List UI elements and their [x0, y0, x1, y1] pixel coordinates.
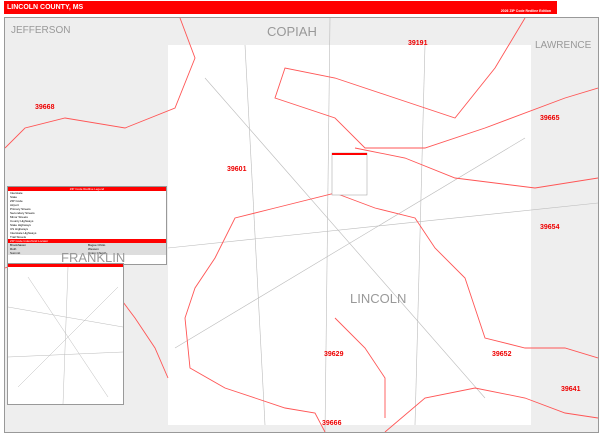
- zip-label: 39652: [492, 351, 512, 358]
- zip-label: 39641: [561, 386, 581, 393]
- zip-label: 39629: [324, 351, 344, 358]
- zip-label: 39665: [540, 115, 560, 122]
- county-label-lawrence: LAWRENCE: [535, 40, 592, 51]
- inset-map[interactable]: [7, 263, 124, 405]
- inset-roads: [7, 266, 124, 405]
- title-bar: LINCOLN COUNTY, MS 2026 ZIP Code Redline…: [4, 1, 557, 14]
- zip-label: 39666: [322, 420, 342, 427]
- county-area: [168, 45, 531, 425]
- publisher-logo: [560, 1, 597, 14]
- zip-label: 39668: [35, 104, 55, 111]
- zip-label: 39601: [227, 166, 247, 173]
- county-label-jefferson: JEFFERSON: [11, 25, 71, 36]
- map-title: LINCOLN COUNTY, MS: [7, 4, 84, 11]
- zip-label: 39654: [540, 224, 560, 231]
- county-label-franklin: FRANKLIN: [61, 250, 126, 265]
- county-label-copiah: COPIAH: [267, 24, 317, 39]
- zip-label: 39191: [408, 40, 428, 47]
- county-label-lincoln: LINCOLN: [350, 291, 407, 306]
- edition-label: 2026 ZIP Code Redline Edition: [500, 9, 551, 13]
